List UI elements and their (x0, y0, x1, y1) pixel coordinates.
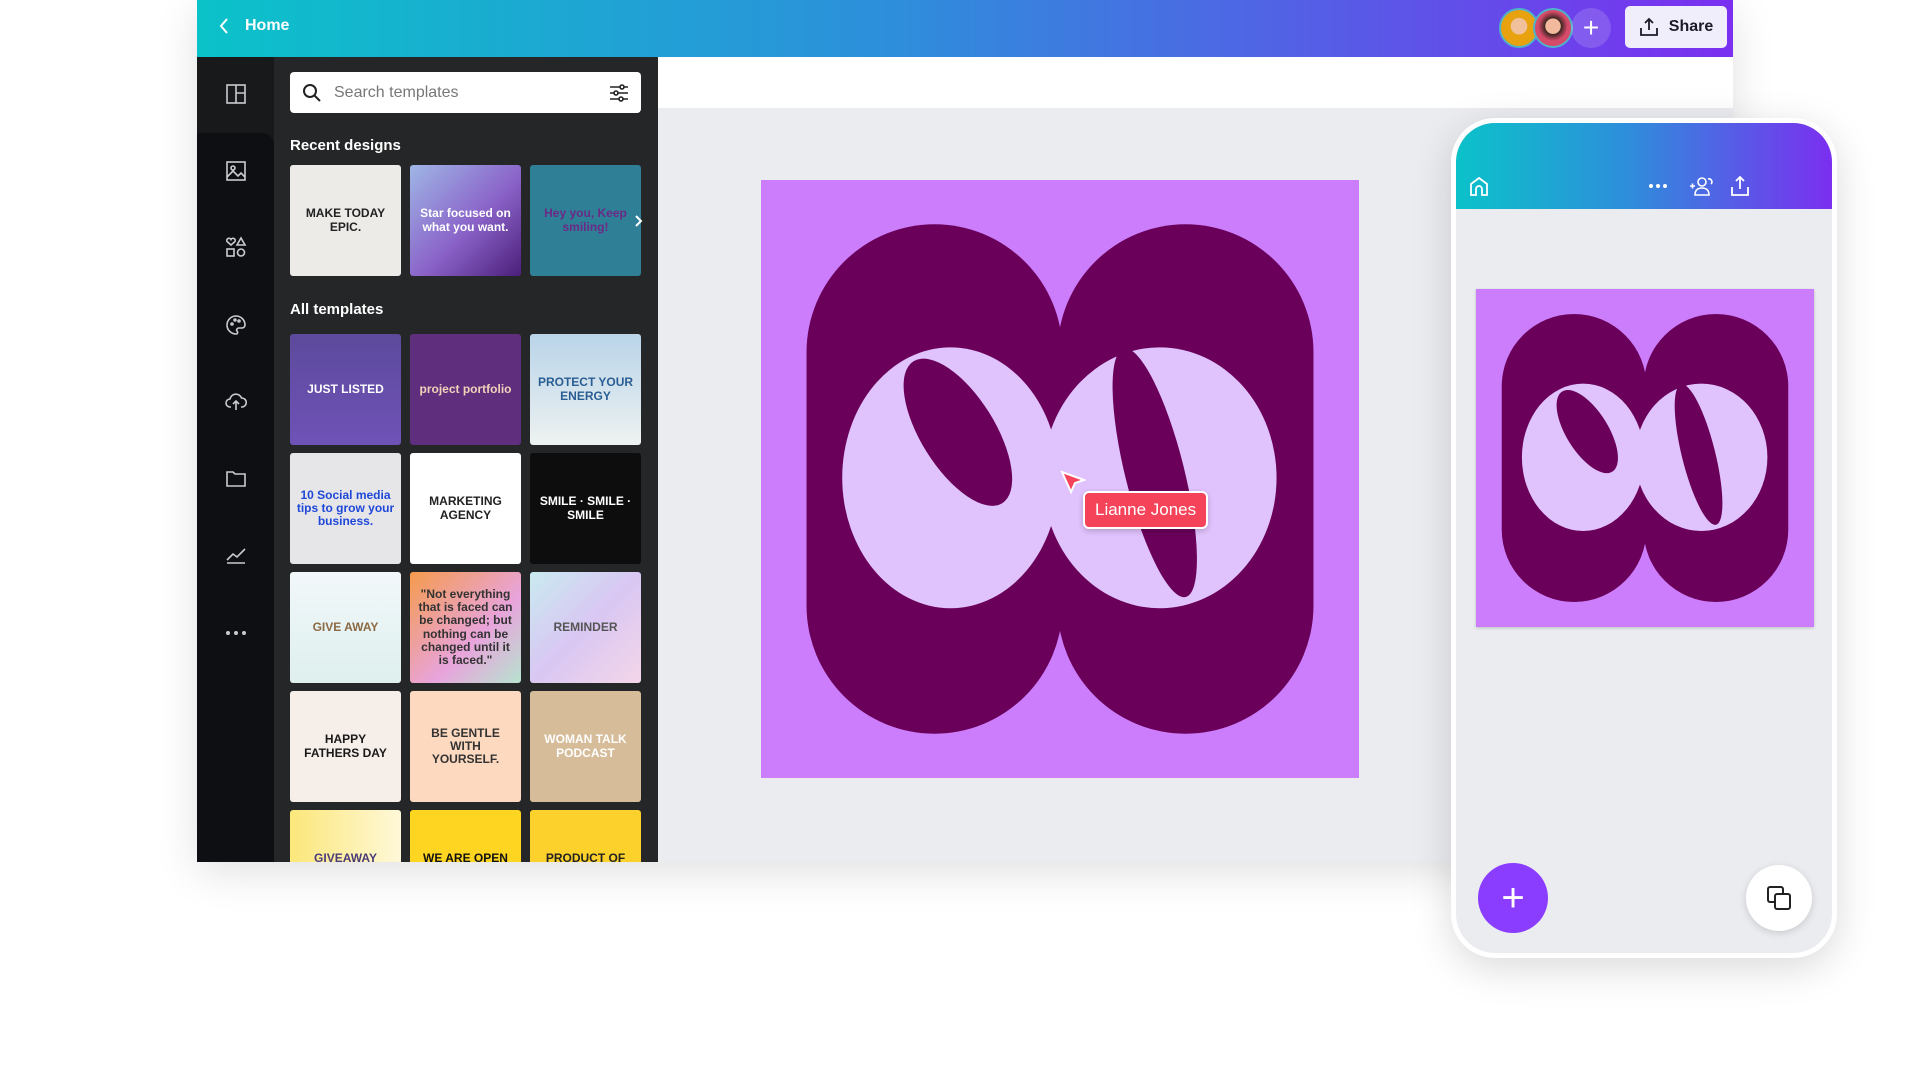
collaborators: + (1499, 8, 1611, 48)
template-thumbnail[interactable]: HAPPY FATHERS DAY (290, 691, 401, 802)
template-thumbnail[interactable]: WE ARE OPEN TODAY (410, 810, 521, 862)
thumbnail-text: WOMAN TALK PODCAST (544, 732, 627, 760)
thumbnail-text: GIVE AWAY (312, 619, 379, 634)
avatar[interactable] (1533, 8, 1573, 48)
home-label: Home (245, 17, 290, 34)
thumbnail-text: BE GENTLE WITH YOURSELF. (431, 725, 500, 767)
top-bar: Home + Share (197, 0, 1733, 57)
canvas-toolbar (658, 57, 1733, 108)
share-icon (1639, 17, 1658, 36)
thumbnail-text: SMILE · SMILE · SMILE (539, 494, 632, 522)
thumbnail-text: JUST LISTED (307, 381, 384, 396)
share-icon[interactable] (1730, 175, 1750, 197)
thumbnail-text: "Not everything that is faced can be cha… (418, 586, 513, 667)
search-box[interactable] (290, 72, 641, 113)
templates-panel: Recent designs MAKE TODAY EPIC. Star focu… (274, 57, 658, 862)
copy-icon (1767, 886, 1791, 910)
template-thumbnail[interactable]: REMINDER (530, 572, 641, 683)
recent-design-thumbnail[interactable]: Star focused on what you want. (410, 165, 521, 276)
thumbnail-text: Hey you, Keep smiling! (544, 206, 627, 234)
search-icon (303, 83, 321, 102)
add-collaborator-button[interactable]: + (1571, 8, 1611, 48)
side-rail (197, 57, 274, 862)
template-thumbnail[interactable]: PRODUCT OF THE MONTH (530, 810, 641, 862)
thumbnail-text: PRODUCT OF THE MONTH (545, 851, 626, 862)
template-thumbnail[interactable]: PROTECT YOUR ENERGY (530, 334, 641, 445)
palette-icon[interactable] (221, 310, 251, 340)
template-thumbnail[interactable]: WOMAN TALK PODCAST (530, 691, 641, 802)
mobile-design-preview[interactable] (1476, 289, 1814, 627)
chevron-left-icon (219, 18, 228, 34)
elements-icon[interactable] (221, 232, 251, 262)
more-icon[interactable] (221, 618, 251, 648)
thumbnail-text: PROTECT YOUR ENERGY (537, 375, 634, 403)
template-thumbnail[interactable]: JUST LISTED (290, 334, 401, 445)
all-templates-heading: All templates (290, 301, 384, 318)
share-button[interactable]: Share (1625, 6, 1727, 48)
thumbnail-text: 10 Social media tips to grow your busine… (296, 487, 395, 529)
mobile-preview: + (1451, 118, 1837, 958)
folder-icon[interactable] (221, 464, 251, 494)
thumbnail-text: MARKETING AGENCY (429, 494, 502, 522)
thumbnail-text: Star focused on what you want. (420, 206, 511, 234)
back-home-button[interactable]: Home (219, 17, 289, 35)
add-people-icon[interactable] (1689, 175, 1715, 197)
search-input[interactable] (334, 83, 597, 102)
recent-design-thumbnail[interactable]: Hey you, Keep smiling! (530, 165, 641, 276)
upload-icon[interactable] (221, 386, 251, 416)
filter-icon[interactable] (609, 83, 629, 102)
add-button[interactable]: + (1478, 863, 1548, 933)
chevron-right-icon[interactable] (635, 215, 643, 227)
thumbnail-text: REMINDER (553, 619, 618, 634)
mobile-header (1456, 123, 1832, 209)
image-icon[interactable] (221, 156, 251, 186)
layout-icon[interactable] (221, 79, 251, 109)
chart-icon[interactable] (221, 540, 251, 570)
template-thumbnail[interactable]: 10 Social media tips to grow your busine… (290, 453, 401, 564)
thumbnail-text: MAKE TODAY EPIC. (305, 206, 386, 234)
recent-design-thumbnail[interactable]: MAKE TODAY EPIC. (290, 165, 401, 276)
home-icon[interactable] (1468, 175, 1490, 197)
template-thumbnail[interactable]: project portfolio (410, 334, 521, 445)
thumbnail-text: GIVEAWAY GIVEAWAY (314, 851, 377, 862)
more-icon[interactable] (1648, 183, 1668, 189)
thumbnail-text: WE ARE OPEN TODAY (423, 851, 508, 862)
template-thumbnail[interactable]: SMILE · SMILE · SMILE (530, 453, 641, 564)
thumbnail-text: HAPPY FATHERS DAY (304, 732, 387, 760)
duplicate-button[interactable] (1746, 865, 1812, 931)
template-thumbnail[interactable]: BE GENTLE WITH YOURSELF. (410, 691, 521, 802)
thumbnail-text: project portfolio (419, 381, 512, 396)
template-thumbnail[interactable]: "Not everything that is faced can be cha… (410, 572, 521, 683)
collaborator-cursor-icon (1060, 470, 1086, 495)
template-thumbnail[interactable]: MARKETING AGENCY (410, 453, 521, 564)
collaborator-name-tag: Lianne Jones (1083, 491, 1209, 529)
share-label: Share (1668, 18, 1714, 35)
template-thumbnail[interactable]: GIVEAWAY GIVEAWAY (290, 810, 401, 862)
template-thumbnail[interactable]: GIVE AWAY (290, 572, 401, 683)
recent-designs-heading: Recent designs (290, 137, 401, 154)
